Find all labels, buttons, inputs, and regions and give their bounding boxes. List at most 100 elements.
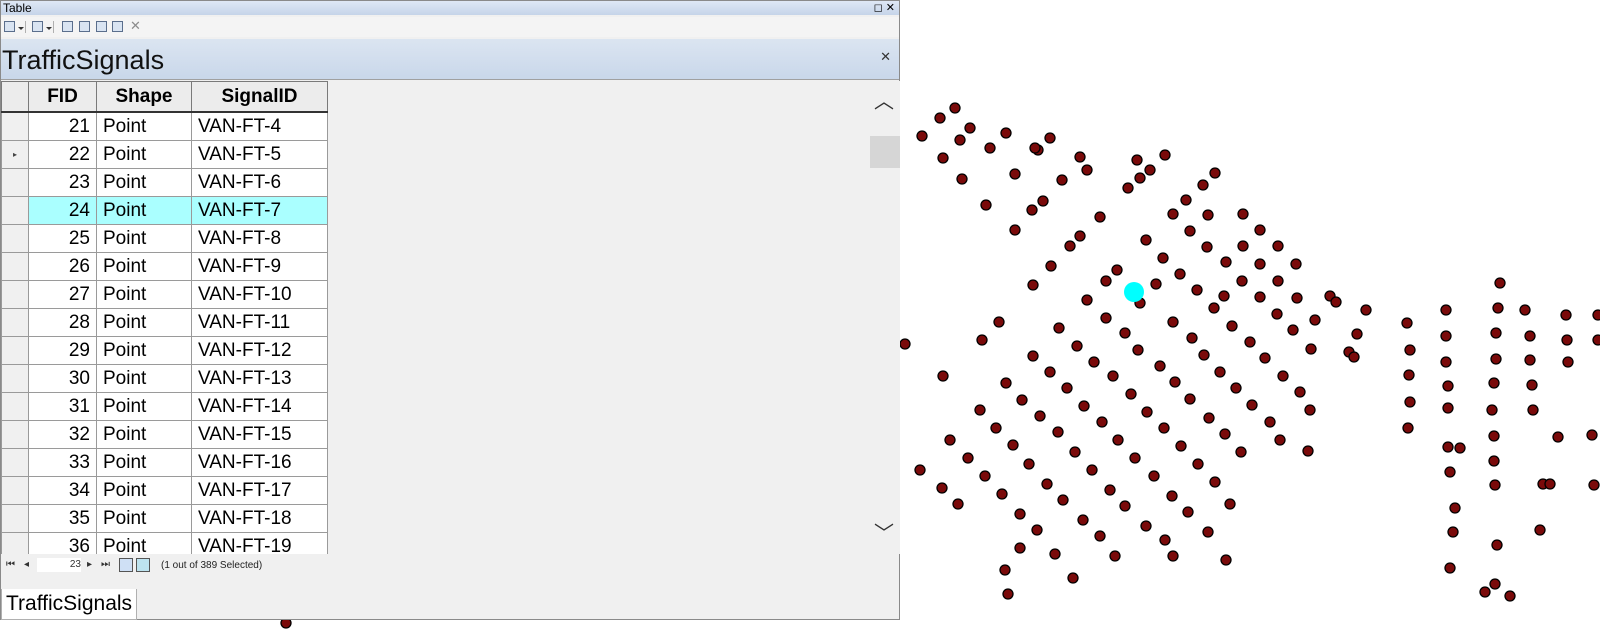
traffic-signal-point[interactable] (1159, 534, 1171, 546)
traffic-signal-point[interactable] (1302, 445, 1314, 457)
traffic-signal-point[interactable] (1592, 334, 1600, 346)
traffic-signal-point[interactable] (1444, 466, 1456, 478)
traffic-signal-point[interactable] (1442, 402, 1454, 414)
traffic-signal-point[interactable] (1061, 382, 1073, 394)
traffic-signal-point[interactable] (1202, 209, 1214, 221)
traffic-signal-point[interactable] (1007, 439, 1019, 451)
traffic-signal-point[interactable] (1074, 230, 1086, 242)
traffic-signal-point[interactable] (1259, 352, 1271, 364)
traffic-signal-point[interactable] (1489, 578, 1501, 590)
traffic-signal-point[interactable] (1237, 208, 1249, 220)
cell-shape[interactable]: Point (96, 111, 192, 141)
row-selector[interactable] (1, 364, 29, 393)
traffic-signal-point[interactable] (944, 434, 956, 446)
traffic-signal-point[interactable] (937, 370, 949, 382)
traffic-signal-point[interactable] (1057, 494, 1069, 506)
traffic-signal-point[interactable] (1562, 356, 1574, 368)
traffic-signal-point[interactable] (1069, 446, 1081, 458)
traffic-signal-point[interactable] (1158, 422, 1170, 434)
traffic-signal-point[interactable] (1560, 309, 1572, 321)
traffic-signal-point[interactable] (1544, 478, 1556, 490)
traffic-signal-point[interactable] (1104, 484, 1116, 496)
traffic-signal-point[interactable] (1052, 426, 1064, 438)
traffic-signal-point[interactable] (1071, 340, 1083, 352)
current-record-input[interactable]: 23 (37, 558, 81, 572)
traffic-signal-point[interactable] (1403, 369, 1415, 381)
previous-record-icon[interactable]: ◂ (24, 559, 29, 570)
traffic-signal-point[interactable] (1078, 400, 1090, 412)
traffic-signal-point[interactable] (1552, 431, 1564, 443)
traffic-signal-point[interactable] (1290, 258, 1302, 270)
traffic-signal-point[interactable] (980, 199, 992, 211)
traffic-signal-point[interactable] (1214, 366, 1226, 378)
traffic-signal-point[interactable] (1141, 406, 1153, 418)
traffic-signal-point[interactable] (1208, 302, 1220, 314)
traffic-signal-point[interactable] (1100, 275, 1112, 287)
cell-shape[interactable]: Point (96, 364, 192, 393)
traffic-signal-point[interactable] (1132, 344, 1144, 356)
cell-signalid[interactable]: VAN-FT-11 (191, 308, 328, 337)
traffic-signal-point[interactable] (1449, 502, 1461, 514)
traffic-signal-point[interactable] (1519, 304, 1531, 316)
traffic-signal-point[interactable] (1192, 458, 1204, 470)
traffic-signal-point[interactable] (1184, 393, 1196, 405)
traffic-signal-point[interactable] (1201, 241, 1213, 253)
row-selector[interactable] (1, 336, 29, 365)
traffic-signal-point[interactable] (1526, 379, 1538, 391)
table-row[interactable]: 28 Point VAN-FT-11 (1, 308, 328, 337)
cell-signalid[interactable]: VAN-FT-9 (191, 252, 328, 281)
cell-signalid[interactable]: VAN-FT-15 (191, 420, 328, 449)
table-row[interactable]: 30 Point VAN-FT-13 (1, 364, 328, 393)
traffic-signal-point[interactable] (979, 470, 991, 482)
traffic-signal-point[interactable] (1175, 440, 1187, 452)
table-row[interactable]: 29 Point VAN-FT-12 (1, 336, 328, 365)
traffic-signal-point[interactable] (1026, 204, 1038, 216)
traffic-signal-point[interactable] (1029, 142, 1041, 154)
traffic-signal-point[interactable] (1291, 292, 1303, 304)
table-row[interactable]: 36 Point VAN-FT-19 (1, 532, 328, 554)
traffic-signal-point[interactable] (1169, 376, 1181, 388)
traffic-signal-point[interactable] (1272, 275, 1284, 287)
traffic-signal-point[interactable] (1041, 478, 1053, 490)
traffic-signal-point[interactable] (1402, 422, 1414, 434)
table-row[interactable]: 35 Point VAN-FT-18 (1, 504, 328, 533)
traffic-signal-point[interactable] (1144, 164, 1156, 176)
cell-signalid[interactable]: VAN-FT-17 (191, 476, 328, 505)
row-selector[interactable]: ▸ (1, 140, 29, 169)
cell-fid[interactable]: 35 (28, 504, 97, 533)
row-selector[interactable] (1, 504, 29, 533)
traffic-signal-point[interactable] (1100, 312, 1112, 324)
traffic-signal-point[interactable] (1044, 366, 1056, 378)
zoom-to-selected-icon[interactable] (112, 21, 123, 32)
row-selector[interactable] (1, 448, 29, 477)
traffic-signal-point[interactable] (914, 464, 926, 476)
traffic-signal-point[interactable] (1224, 498, 1236, 510)
cell-fid[interactable]: 30 (28, 364, 97, 393)
traffic-signal-point[interactable] (899, 338, 911, 350)
traffic-signal-point[interactable] (1271, 308, 1283, 320)
traffic-signal-point[interactable] (1524, 354, 1536, 366)
table-row[interactable]: 25 Point VAN-FT-8 (1, 224, 328, 253)
traffic-signal-point[interactable] (1186, 332, 1198, 344)
clear-selection-icon[interactable] (96, 21, 107, 32)
traffic-signal-point[interactable] (1442, 441, 1454, 453)
traffic-signal-point[interactable] (1182, 506, 1194, 518)
cell-fid[interactable]: 22 (28, 140, 97, 169)
traffic-signal-point[interactable] (1096, 416, 1108, 428)
traffic-signal-point[interactable] (1447, 526, 1459, 538)
traffic-signal-point[interactable] (1027, 350, 1039, 362)
row-selector[interactable] (1, 168, 29, 197)
traffic-signal-point[interactable] (1112, 434, 1124, 446)
cell-shape[interactable]: Point (96, 140, 192, 169)
traffic-signal-point[interactable] (1002, 588, 1014, 600)
traffic-signal-point[interactable] (1119, 327, 1131, 339)
traffic-signal-point[interactable] (1490, 327, 1502, 339)
cell-fid[interactable]: 34 (28, 476, 97, 505)
vertical-scrollbar[interactable]: ︿ ﹀ (866, 81, 900, 554)
traffic-signal-point[interactable] (1074, 151, 1086, 163)
row-selector[interactable] (1, 280, 29, 309)
traffic-signal-point[interactable] (956, 173, 968, 185)
table-row[interactable]: ▸ 22 Point VAN-FT-5 (1, 140, 328, 169)
traffic-signal-point[interactable] (1305, 343, 1317, 355)
traffic-signal-point[interactable] (1167, 316, 1179, 328)
